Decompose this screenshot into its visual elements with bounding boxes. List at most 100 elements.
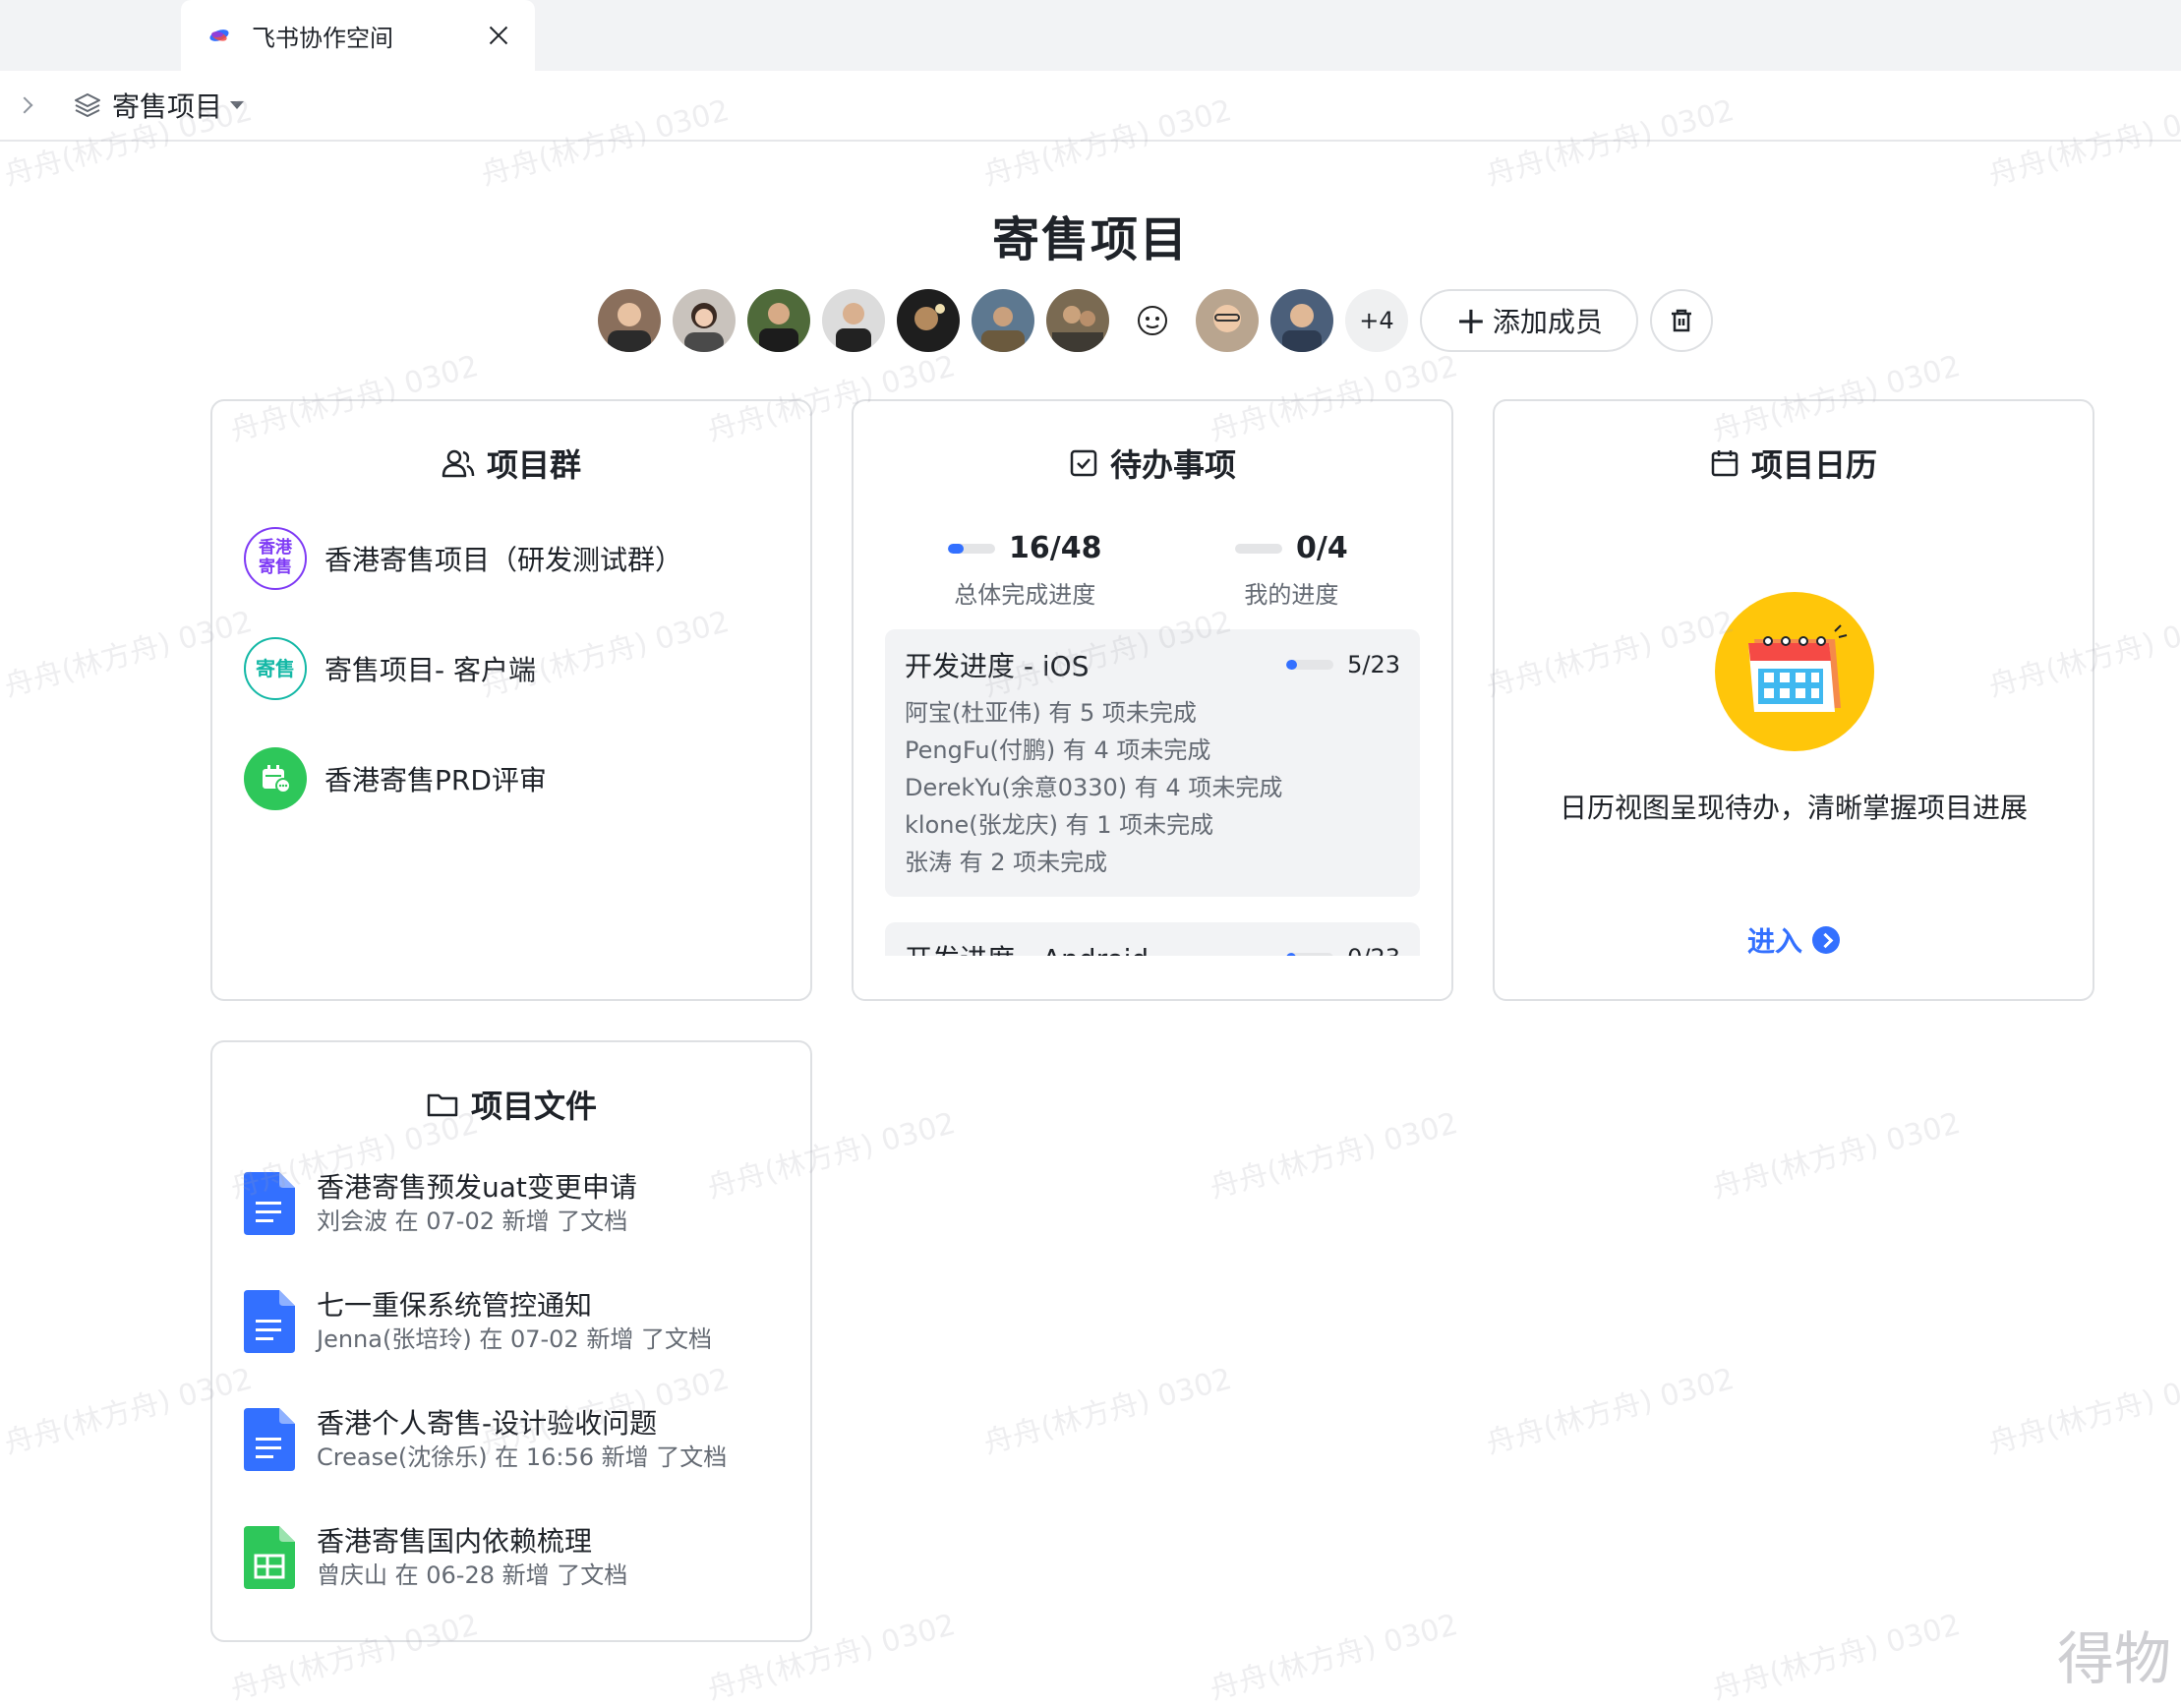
group-avatar xyxy=(244,747,307,810)
todo-line: klone(张龙庆) 有 1 项未完成 xyxy=(905,806,1400,844)
watermark-text: 舟舟(林方舟) 0302 xyxy=(1983,1354,2181,1462)
watermark-text: 舟舟(林方舟) 0302 xyxy=(1707,1600,1965,1708)
group-item-client[interactable]: 寄售 寄售项目- 客户端 xyxy=(244,637,536,700)
file-text: 香港寄售国内依赖梳理 曾庆山 在 06-28 新增 了文档 xyxy=(317,1524,627,1591)
todo-card: 待办事项 16/48 总体完成进度 0/4 我的进度 开发进度 - iOS 5/… xyxy=(852,399,1453,1001)
avatar[interactable] xyxy=(1270,289,1333,352)
file-title: 七一重保系统管控通知 xyxy=(317,1288,712,1324)
tab-bar: 飞书协作空间 xyxy=(0,0,2181,71)
checkbox-icon xyxy=(1069,448,1098,478)
todo-group-progress-bar xyxy=(1286,660,1333,670)
todo-group-progress-value: 5/23 xyxy=(1347,651,1400,678)
doc-file-icon xyxy=(244,1172,295,1235)
todo-group-ios[interactable]: 开发进度 - iOS 5/23 阿宝(杜亚伟) 有 5 项未完成 PengFu(… xyxy=(885,629,1420,897)
avatar[interactable] xyxy=(598,289,661,352)
doc-file-icon xyxy=(244,1408,295,1471)
trash-icon xyxy=(1668,307,1695,334)
file-meta: Crease(沈徐乐) 在 16:56 新增 了文档 xyxy=(317,1442,727,1473)
overall-progress-bar xyxy=(948,544,995,554)
calendar-illustration-icon xyxy=(1715,592,1874,751)
chevron-right-icon[interactable] xyxy=(16,94,37,116)
add-member-button[interactable]: + 添加成员 xyxy=(1420,289,1638,352)
overall-progress-value: 16/48 xyxy=(1009,531,1101,565)
group-avatar: 香港寄售 xyxy=(244,527,307,590)
todo-scroll-mask xyxy=(854,956,1451,1001)
watermark-text: 舟舟(林方舟) 0302 xyxy=(1205,1600,1462,1708)
todo-group-title: 开发进度 - iOS xyxy=(905,645,1090,684)
project-files-title-text: 项目文件 xyxy=(471,1082,597,1127)
calendar-title: 项目日历 xyxy=(1495,441,2093,486)
todo-line: 张涛 有 2 项未完成 xyxy=(905,844,1400,881)
doc-file-icon xyxy=(244,1290,295,1353)
overall-progress: 16/48 总体完成进度 xyxy=(948,531,1101,610)
file-meta: 曾庆山 在 06-28 新增 了文档 xyxy=(317,1560,627,1591)
breadcrumb: 寄售项目 xyxy=(0,71,2181,142)
todo-group-progress-fill xyxy=(1286,660,1297,670)
avatar[interactable] xyxy=(822,289,885,352)
avatar[interactable] xyxy=(1196,289,1259,352)
caret-down-icon[interactable] xyxy=(230,101,244,109)
calendar-title-text: 项目日历 xyxy=(1751,441,1877,486)
delete-button[interactable] xyxy=(1650,289,1713,352)
todo-title-text: 待办事项 xyxy=(1110,441,1236,486)
tab-feishu-workspace[interactable]: 飞书协作空间 xyxy=(181,0,535,71)
group-name: 寄售项目- 客户端 xyxy=(324,649,536,688)
watermark-text: 舟舟(林方舟) 0302 xyxy=(1707,1098,1965,1207)
my-progress-value-row: 0/4 xyxy=(1235,531,1348,565)
page-title: 寄售项目 xyxy=(0,201,2181,269)
todo-line: DerekYu(余意0330) 有 4 项未完成 xyxy=(905,769,1400,806)
file-item[interactable]: 香港个人寄售-设计验收问题 Crease(沈徐乐) 在 16:56 新增 了文档 xyxy=(244,1406,727,1473)
sheet-file-icon xyxy=(244,1526,295,1589)
my-progress-bar xyxy=(1235,544,1282,554)
todo-group-progress: 5/23 xyxy=(1286,651,1400,678)
chevron-right-circle-icon xyxy=(1812,926,1840,954)
todo-line: PengFu(付鹏) 有 4 项未完成 xyxy=(905,732,1400,769)
avatar[interactable] xyxy=(1046,289,1109,352)
file-text: 香港个人寄售-设计验收问题 Crease(沈徐乐) 在 16:56 新增 了文档 xyxy=(317,1406,727,1473)
add-member-label: 添加成员 xyxy=(1493,301,1603,340)
more-members-badge[interactable]: +4 xyxy=(1345,289,1408,352)
file-item[interactable]: 香港寄售国内依赖梳理 曾庆山 在 06-28 新增 了文档 xyxy=(244,1524,627,1591)
calendar-description: 日历视图呈现待办，清晰掌握项目进展 xyxy=(1495,787,2093,826)
avatar[interactable] xyxy=(673,289,736,352)
group-avatar-text: 香港寄售 xyxy=(258,539,293,577)
calendar-enter-link[interactable]: 进入 xyxy=(1495,920,2093,960)
avatar[interactable] xyxy=(897,289,960,352)
my-progress-label: 我的进度 xyxy=(1244,575,1338,610)
file-title: 香港个人寄售-设计验收问题 xyxy=(317,1406,727,1442)
group-name: 香港寄售项目（研发测试群） xyxy=(324,539,682,578)
member-list: +4 + 添加成员 xyxy=(598,287,1713,354)
group-avatar-text: 寄售 xyxy=(256,658,295,680)
calendar-chat-icon xyxy=(259,762,292,795)
calendar-enter-label: 进入 xyxy=(1747,920,1802,960)
file-meta: 刘会波 在 07-02 新增 了文档 xyxy=(317,1206,637,1237)
file-item[interactable]: 七一重保系统管控通知 Jenna(张培玲) 在 07-02 新增 了文档 xyxy=(244,1288,712,1355)
avatar[interactable] xyxy=(1121,289,1184,352)
calendar-card: 项目日历 日历视图呈现待办，清晰掌握项目进展 进入 xyxy=(1493,399,2094,1001)
feishu-logo-icon xyxy=(205,21,234,50)
file-item[interactable]: 香港寄售预发uat变更申请 刘会波 在 07-02 新增 了文档 xyxy=(244,1170,637,1237)
group-avatar: 寄售 xyxy=(244,637,307,700)
folder-icon xyxy=(426,1090,459,1119)
todo-line: 阿宝(杜亚伟) 有 5 项未完成 xyxy=(905,694,1400,732)
overall-progress-label: 总体完成进度 xyxy=(954,575,1095,610)
layers-icon xyxy=(73,90,102,120)
file-title: 香港寄售国内依赖梳理 xyxy=(317,1524,627,1560)
close-icon[interactable] xyxy=(486,23,511,48)
todo-group-lines: 阿宝(杜亚伟) 有 5 项未完成 PengFu(付鹏) 有 4 项未完成 Der… xyxy=(905,694,1400,881)
calendar-icon xyxy=(1710,448,1739,478)
avatar[interactable] xyxy=(972,289,1034,352)
overall-progress-fill xyxy=(948,544,964,554)
group-icon xyxy=(442,448,475,478)
group-item-prd-review[interactable]: 香港寄售PRD评审 xyxy=(244,747,547,810)
breadcrumb-title[interactable]: 寄售项目 xyxy=(112,86,222,125)
tab-title: 飞书协作空间 xyxy=(252,19,486,53)
avatar[interactable] xyxy=(747,289,810,352)
group-name: 香港寄售PRD评审 xyxy=(324,759,547,798)
group-item-rnd-test[interactable]: 香港寄售 香港寄售项目（研发测试群） xyxy=(244,527,682,590)
project-files-title: 项目文件 xyxy=(212,1082,810,1127)
file-meta: Jenna(张培玲) 在 07-02 新增 了文档 xyxy=(317,1324,712,1355)
file-text: 香港寄售预发uat变更申请 刘会波 在 07-02 新增 了文档 xyxy=(317,1170,637,1237)
my-progress: 0/4 我的进度 xyxy=(1235,531,1348,610)
watermark-text: 舟舟(林方舟) 0302 xyxy=(1481,1354,1739,1462)
